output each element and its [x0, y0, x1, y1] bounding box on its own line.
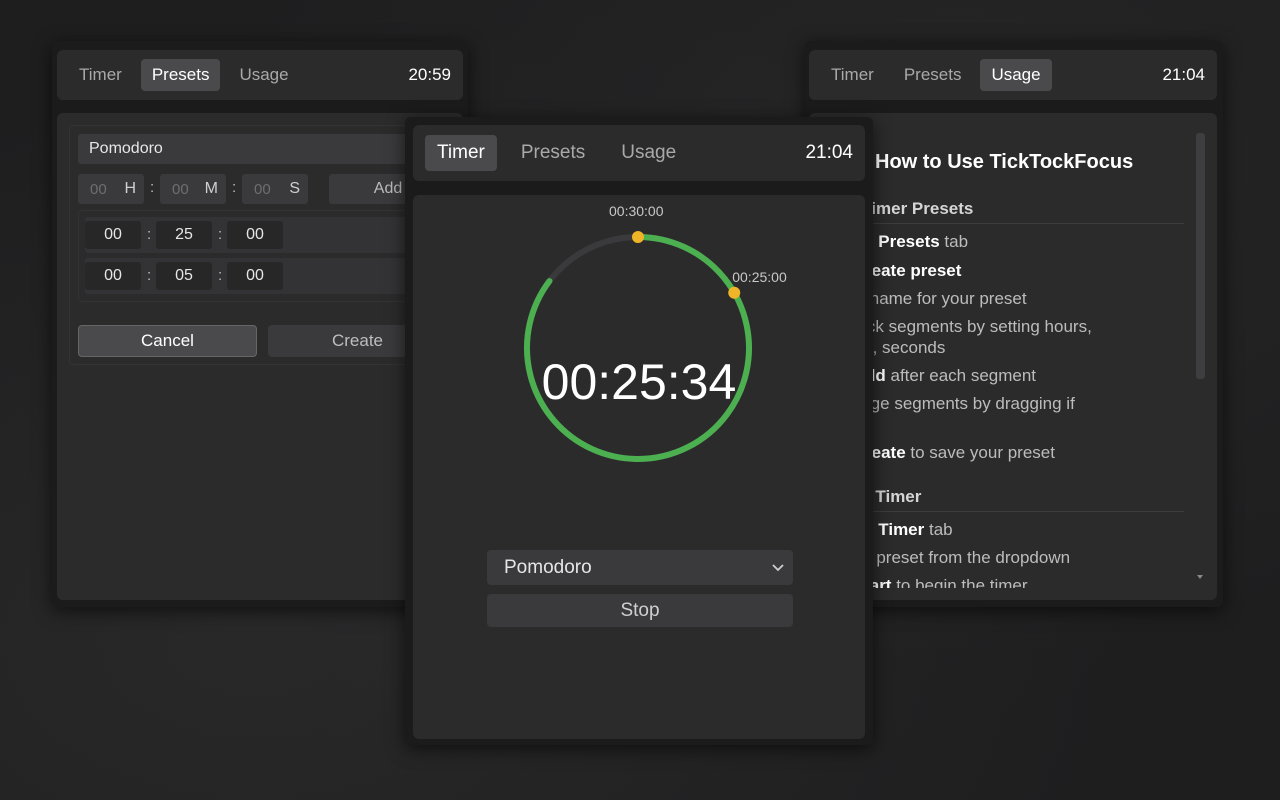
timer-panel: 00:30:00 00:25:00 00:25:34 Pomodoro Stop	[413, 195, 865, 739]
tab-presets[interactable]: Presets	[140, 59, 221, 91]
divider	[831, 511, 1184, 512]
tab-usage[interactable]: Usage	[980, 59, 1052, 91]
segment-list: 00 : 25 : 00 00 : 05 : 00	[78, 210, 463, 302]
separator: :	[147, 226, 152, 243]
minutes-placeholder: 00	[172, 180, 189, 198]
chevron-down-icon	[772, 564, 784, 572]
hours-placeholder: 00	[90, 180, 107, 198]
seconds-field[interactable]: 00 S	[242, 174, 308, 204]
nav-bar: Timer Presets Usage 21:04	[809, 50, 1217, 100]
timer-popup: Timer Presets Usage 21:04 00:30:00 00:25…	[405, 117, 873, 745]
preset-editor-panel: 00 H : 00 M : 00 S Add 00 : 25 : 00	[57, 113, 463, 600]
separator: :	[232, 179, 237, 196]
usage-title: How to Use TickTockFocus	[875, 151, 1134, 173]
segment-marker-label: 00:25:00	[732, 268, 787, 285]
minutes-unit: M	[204, 180, 218, 197]
scrollbar-thumb[interactable]	[1196, 133, 1205, 379]
segment-seconds[interactable]: 00	[227, 262, 283, 290]
nav-bar: Timer Presets Usage 20:59	[57, 50, 463, 100]
segment-minutes[interactable]: 05	[156, 262, 212, 290]
tab-presets[interactable]: Presets	[893, 59, 973, 91]
separator: :	[218, 226, 223, 243]
divider	[831, 223, 1184, 224]
seconds-placeholder: 00	[254, 180, 271, 198]
cancel-button[interactable]: Cancel	[78, 325, 257, 357]
preset-select[interactable]: Pomodoro	[487, 550, 793, 585]
tab-presets[interactable]: Presets	[509, 135, 597, 171]
separator: :	[150, 179, 155, 196]
preset-name-input[interactable]	[78, 134, 448, 164]
scroll-down-icon[interactable]	[1197, 575, 1203, 579]
hours-field[interactable]: 00 H	[78, 174, 144, 204]
hours-unit: H	[124, 180, 136, 197]
tab-timer[interactable]: Timer	[68, 59, 133, 91]
tab-usage[interactable]: Usage	[228, 59, 299, 91]
segment-minutes[interactable]: 25	[156, 221, 212, 249]
clock: 20:59	[408, 65, 451, 84]
separator: :	[218, 267, 223, 284]
segment-marker	[632, 231, 644, 243]
segment-marker	[728, 286, 741, 299]
clock: 21:04	[1162, 65, 1205, 84]
selected-preset: Pomodoro	[504, 556, 592, 578]
tab-timer[interactable]: Timer	[425, 135, 497, 171]
segment-hours[interactable]: 00	[85, 262, 141, 290]
separator: :	[147, 267, 152, 284]
segment-hours[interactable]: 00	[85, 221, 141, 249]
segment-seconds[interactable]: 00	[227, 221, 283, 249]
nav-bar: Timer Presets Usage 21:04	[413, 125, 865, 181]
progress-ring	[524, 231, 752, 462]
preset-form: 00 H : 00 M : 00 S Add 00 : 25 : 00	[69, 125, 463, 365]
clock: 21:04	[805, 142, 853, 163]
stop-button[interactable]: Stop	[487, 594, 793, 627]
segment-marker-label: 00:30:00	[609, 203, 664, 219]
tab-usage[interactable]: Usage	[609, 135, 688, 171]
tab-timer[interactable]: Timer	[820, 59, 885, 91]
minutes-field[interactable]: 00 M	[160, 174, 226, 204]
seconds-unit: S	[289, 180, 300, 197]
time-remaining: 00:25:34	[541, 354, 737, 410]
